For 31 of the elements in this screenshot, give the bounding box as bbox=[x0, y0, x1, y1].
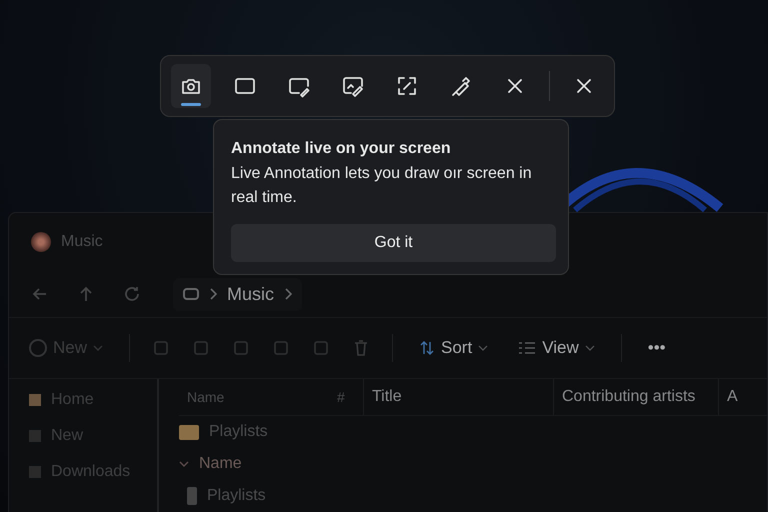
view-button[interactable]: View bbox=[514, 334, 599, 362]
chevron-down-icon bbox=[93, 345, 104, 351]
selected-indicator bbox=[181, 103, 201, 106]
tip-body: Live Annotation lets you draw oır screen in real time. bbox=[231, 164, 533, 208]
monitor-icon bbox=[183, 287, 199, 301]
chevron-right-icon bbox=[209, 288, 217, 300]
picture-pen-icon bbox=[341, 74, 365, 98]
music-app-icon bbox=[31, 232, 51, 252]
group-header[interactable]: Name bbox=[199, 455, 242, 473]
folder-icon bbox=[179, 424, 199, 440]
column-header[interactable]: Title bbox=[363, 379, 553, 415]
window-title: Music bbox=[61, 233, 103, 251]
file-icon bbox=[187, 487, 197, 505]
column-header[interactable]: Contributing artists bbox=[553, 379, 718, 415]
sort-button[interactable]: Sort bbox=[415, 334, 492, 362]
chevron-down-icon bbox=[584, 345, 595, 351]
list-view-icon bbox=[518, 341, 536, 355]
got-it-button[interactable]: Got it bbox=[231, 224, 556, 262]
dashed-frame-icon bbox=[395, 74, 419, 98]
more-options-button[interactable]: ••• bbox=[644, 334, 670, 362]
chevron-down-icon[interactable] bbox=[179, 461, 189, 467]
column-header[interactable]: A bbox=[718, 379, 748, 415]
refresh-icon[interactable] bbox=[123, 285, 141, 303]
chevron-down-icon bbox=[478, 345, 488, 351]
chevron-right-icon bbox=[284, 288, 292, 300]
address-bar[interactable]: Music bbox=[173, 278, 302, 310]
camera-tool-button[interactable] bbox=[171, 64, 211, 108]
tip-title: Annotate live on your screen bbox=[231, 140, 452, 158]
breadcrumb-item[interactable]: Music bbox=[227, 284, 274, 304]
pen-icon bbox=[449, 74, 473, 98]
sort-arrows-icon bbox=[419, 340, 436, 356]
